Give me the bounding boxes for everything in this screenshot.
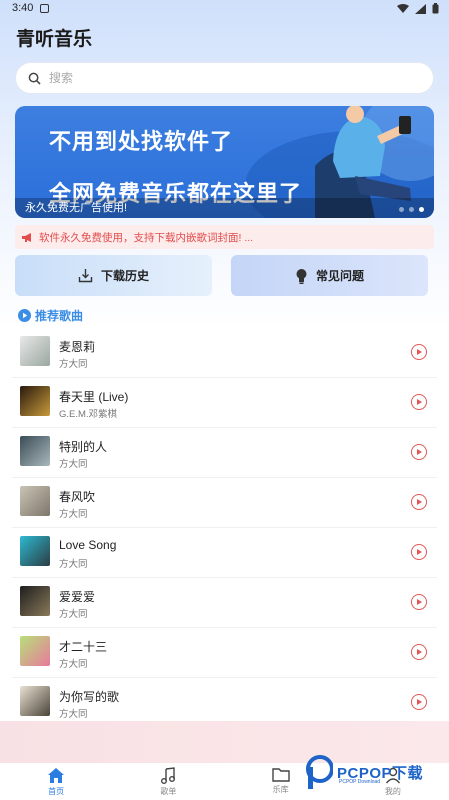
promo-banner[interactable]: 不用到处找软件了 全网免费音乐都在这里了 永久免费无广告使用! xyxy=(15,106,434,218)
song-row[interactable]: 春风吹 方大同 xyxy=(12,478,437,528)
banner-pagination[interactable] xyxy=(399,207,424,212)
song-artist: 方大同 xyxy=(59,509,88,520)
album-cover xyxy=(20,686,50,716)
song-title: 特别的人 xyxy=(59,440,108,454)
tab-label: 歌单 xyxy=(160,787,177,796)
song-row[interactable]: Love Song 方大同 xyxy=(12,528,437,578)
recommended-section-header: 推荐歌曲 xyxy=(18,307,83,324)
banner-dot[interactable] xyxy=(399,207,404,212)
faq-label: 常见问题 xyxy=(315,269,364,283)
play-button[interactable] xyxy=(411,394,427,410)
album-cover xyxy=(20,536,50,566)
wifi-icon xyxy=(397,3,409,13)
banner-dot-active[interactable] xyxy=(419,207,424,212)
search-bar[interactable] xyxy=(15,62,434,94)
song-row[interactable]: 爱爱爱 方大同 xyxy=(12,578,437,628)
notice-text: 软件永久免费使用，支持下载内嵌歌词封面! ... xyxy=(39,231,254,244)
song-artist: 方大同 xyxy=(59,659,88,670)
section-title: 推荐歌曲 xyxy=(35,309,84,323)
battery-icon xyxy=(432,3,439,14)
song-row[interactable]: 麦恩莉 方大同 xyxy=(12,328,437,378)
play-button[interactable] xyxy=(411,494,427,510)
download-history-button[interactable]: 下载历史 xyxy=(15,255,212,296)
tab-label: 首页 xyxy=(48,787,65,796)
song-artist: 方大同 xyxy=(59,459,88,470)
song-row[interactable]: 春天里 (Live) G.E.M.邓紫棋 xyxy=(12,378,437,428)
notice-bar[interactable]: 软件永久免费使用，支持下载内嵌歌词封面! ... xyxy=(15,225,434,249)
download-icon xyxy=(78,269,93,283)
watermark-sub: PCPOP Download xyxy=(339,779,381,785)
play-button[interactable] xyxy=(411,444,427,460)
song-artist: 方大同 xyxy=(59,709,88,720)
faq-button[interactable]: 常见问题 xyxy=(231,255,428,296)
banner-headline-1: 不用到处找软件了 xyxy=(49,129,234,154)
home-icon xyxy=(48,768,65,783)
song-title: Love Song xyxy=(59,538,117,552)
folder-icon xyxy=(271,768,290,782)
song-title: 春风吹 xyxy=(59,490,96,504)
album-cover xyxy=(20,386,50,416)
status-time: 3:40 xyxy=(12,2,34,14)
watermark-logo xyxy=(306,755,333,789)
song-list: 麦恩莉 方大同 春天里 (Live) G.E.M.邓紫棋 特别的人 方大同 春风… xyxy=(12,328,437,728)
signal-icon xyxy=(415,3,426,14)
song-artist: 方大同 xyxy=(59,359,88,370)
song-title: 爱爱爱 xyxy=(59,590,96,604)
play-circle-icon xyxy=(18,309,31,322)
song-title: 麦恩莉 xyxy=(59,340,96,354)
song-row[interactable]: 特别的人 方大同 xyxy=(12,428,437,478)
lightbulb-icon xyxy=(296,268,307,284)
song-artist: 方大同 xyxy=(59,559,88,570)
tab-playlist[interactable]: 歌单 xyxy=(112,763,224,800)
notification-icon xyxy=(40,4,49,13)
search-icon xyxy=(28,72,41,85)
tab-label: 乐库 xyxy=(272,785,289,794)
album-cover xyxy=(20,436,50,466)
album-cover xyxy=(20,486,50,516)
download-history-label: 下载历史 xyxy=(100,269,149,283)
play-button[interactable] xyxy=(411,594,427,610)
song-title: 春天里 (Live) xyxy=(59,390,129,404)
banner-dot[interactable] xyxy=(409,207,414,212)
song-artist: 方大同 xyxy=(59,609,88,620)
app-title: 青听音乐 xyxy=(16,29,93,50)
play-button[interactable] xyxy=(411,344,427,360)
watermark: PCPOP下载 PCPOP Download xyxy=(305,752,445,792)
music-note-icon xyxy=(161,767,176,784)
song-artist: G.E.M.邓紫棋 xyxy=(59,409,118,420)
banner-caption: 永久免费无广告使用! xyxy=(25,202,128,214)
play-button[interactable] xyxy=(411,544,427,560)
album-cover xyxy=(20,336,50,366)
megaphone-icon xyxy=(22,232,31,242)
play-button[interactable] xyxy=(411,694,427,710)
search-input[interactable] xyxy=(49,71,389,85)
status-icons xyxy=(397,3,439,14)
song-row[interactable]: 才二十三 方大同 xyxy=(12,628,437,678)
album-cover xyxy=(20,586,50,616)
status-bar: 3:40 xyxy=(0,0,449,18)
song-title: 为你写的歌 xyxy=(59,690,120,704)
tab-home[interactable]: 首页 xyxy=(0,763,112,800)
album-cover xyxy=(20,636,50,666)
song-title: 才二十三 xyxy=(59,640,108,654)
play-button[interactable] xyxy=(411,644,427,660)
